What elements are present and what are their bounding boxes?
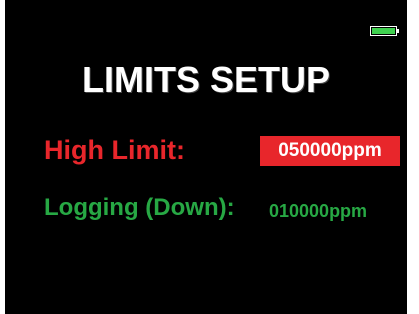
page-title: LIMITS SETUP <box>81 59 330 100</box>
display-screen: LIMITS SETUP High Limit: 050000ppm Loggi… <box>5 0 407 314</box>
logging-down-value[interactable]: 010000ppm <box>269 199 367 223</box>
high-limit-label: High Limit: <box>44 135 185 165</box>
battery-full-icon <box>370 26 397 36</box>
device-frame: LIMITS SETUP High Limit: 050000ppm Loggi… <box>0 0 419 314</box>
battery-level-fill <box>372 28 395 34</box>
logging-down-label: Logging (Down): <box>44 194 235 221</box>
battery-terminal <box>397 29 399 33</box>
high-limit-value[interactable]: 050000ppm <box>260 136 400 166</box>
